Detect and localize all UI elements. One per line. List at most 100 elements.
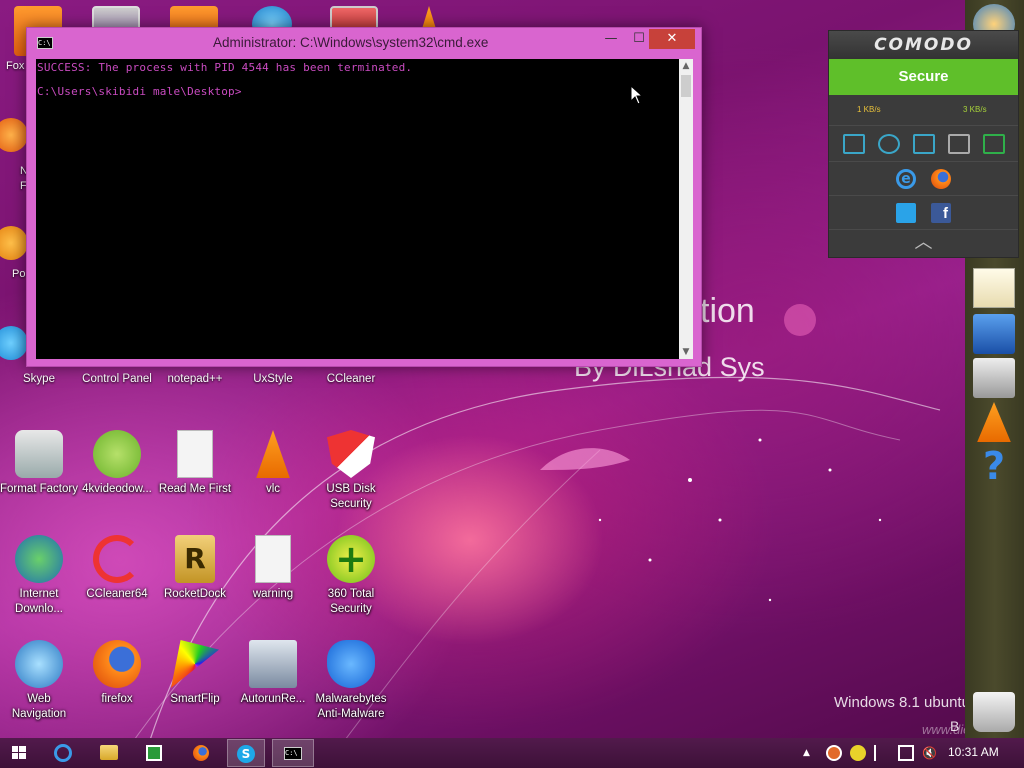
computer-scan-icon xyxy=(249,640,297,688)
document-pen-icon xyxy=(177,430,213,478)
cmd-window-title: Administrator: C:\Windows\system32\cmd.e… xyxy=(213,35,489,50)
shield-icon xyxy=(327,430,375,478)
taskbar: S C:\ ▲ 🔇 10:31 AM xyxy=(0,738,1024,768)
console-output-line: SUCCESS: The process with PID 4544 has b… xyxy=(37,61,413,74)
settings-icon[interactable] xyxy=(948,134,970,154)
cmd-scrollbar[interactable]: ▲ ▼ xyxy=(679,59,693,359)
document-pen-icon xyxy=(255,535,291,583)
scroll-up-icon[interactable]: ▲ xyxy=(679,59,693,73)
windows-logo-icon xyxy=(12,746,26,759)
mouse-cursor-icon xyxy=(630,85,644,105)
taskbar-firefox-button[interactable] xyxy=(182,739,220,767)
dock-notepad-icon[interactable] xyxy=(973,268,1015,308)
upload-speed: 3 KB/s xyxy=(963,105,987,114)
desktop-icon-format-factory[interactable]: Format Factory xyxy=(0,430,78,497)
wallpaper-os-text: Windows 8.1 ubuntu xyxy=(834,694,970,711)
malwarebytes-icon xyxy=(327,640,375,688)
folder-icon xyxy=(100,745,118,760)
globe-arrow-icon xyxy=(15,535,63,583)
taskbar-skype-button[interactable]: S xyxy=(227,739,265,767)
cmd-title-bar[interactable]: C:\ Administrator: C:\Windows\system32\c… xyxy=(27,28,701,58)
cmd-console[interactable]: SUCCESS: The process with PID 4544 has b… xyxy=(36,59,679,359)
download-cloud-icon xyxy=(93,430,141,478)
cmd-app-icon[interactable]: C:\ xyxy=(37,37,53,49)
format-factory-icon xyxy=(15,430,63,478)
sandbox-icon[interactable] xyxy=(843,134,865,154)
tray-comodo-icon[interactable] xyxy=(826,745,842,761)
desktop-icon-vlc[interactable]: vlc xyxy=(234,430,312,497)
comodo-speeds: 1 KB/s 3 KB/s xyxy=(829,95,1018,125)
tray-360-icon[interactable] xyxy=(850,745,866,761)
dashboard-icon[interactable] xyxy=(913,134,935,154)
refresh-icon[interactable] xyxy=(878,134,900,154)
comodo-browsers: e xyxy=(829,161,1018,195)
cmd-icon: C:\ xyxy=(284,747,302,760)
firefox-icon xyxy=(93,640,141,688)
tray-network-icon[interactable] xyxy=(898,745,914,761)
minimize-button[interactable]: — xyxy=(597,29,625,49)
taskbar-explorer-button[interactable] xyxy=(90,739,128,767)
close-button[interactable]: ✕ xyxy=(649,29,695,49)
comodo-status[interactable]: Secure xyxy=(829,59,1018,95)
comodo-brand: COMODO xyxy=(829,31,1018,59)
tray-flag-icon[interactable] xyxy=(874,745,890,761)
desktop-icon-read-me-first[interactable]: Read Me First xyxy=(156,430,234,497)
desktop-icon-malwarebytes[interactable]: Malwarebytes Anti-Malware xyxy=(312,640,390,722)
internet-explorer-icon[interactable]: e xyxy=(896,169,916,189)
desktop-label-notepad[interactable]: notepad++ xyxy=(156,373,234,385)
tray-volume-muted-icon[interactable]: 🔇 xyxy=(922,745,938,761)
tray-expand-icon[interactable]: ▲ xyxy=(803,745,819,761)
twitter-icon[interactable] xyxy=(896,203,916,223)
ccleaner-icon xyxy=(93,535,141,583)
taskbar-ie-button[interactable] xyxy=(44,739,82,767)
taskbar-clock[interactable]: 10:31 AM xyxy=(948,745,999,759)
desktop-label-control-panel[interactable]: Control Panel xyxy=(78,373,156,385)
taskbar-store-button[interactable] xyxy=(135,739,173,767)
cmd-window[interactable]: C:\ Administrator: C:\Windows\system32\c… xyxy=(26,27,702,367)
desktop-icon-firefox[interactable]: firefox xyxy=(78,640,156,707)
internet-explorer-icon xyxy=(54,744,72,762)
partial-label-fox[interactable]: Fox xyxy=(6,60,24,72)
dock-vlc-icon[interactable] xyxy=(977,402,1011,442)
desktop-icon-usb-disk-security[interactable]: USB Disk Security xyxy=(312,430,390,512)
desktop-label-ccleaner[interactable]: CCleaner xyxy=(312,373,390,385)
facebook-icon[interactable]: f xyxy=(931,203,951,223)
globe-icon xyxy=(15,640,63,688)
firefox-icon xyxy=(193,745,209,761)
desktop-icon-rocketdock[interactable]: R RocketDock xyxy=(156,535,234,602)
desktop-icon-internet-download-manager[interactable]: Internet Downlo... xyxy=(0,535,78,617)
desktop-label-uxstyle[interactable]: UxStyle xyxy=(234,373,312,385)
scroll-down-icon[interactable]: ▼ xyxy=(679,345,693,359)
comodo-tools xyxy=(829,125,1018,161)
firefox-icon[interactable] xyxy=(931,169,951,189)
comodo-widget[interactable]: COMODO Secure 1 KB/s 3 KB/s e f ︿ xyxy=(828,30,1019,258)
download-speed: 1 KB/s xyxy=(857,105,881,114)
partial-icon-orange-1[interactable] xyxy=(0,118,28,152)
desktop-icon-smartflip[interactable]: SmartFlip xyxy=(156,640,234,707)
partial-icon-orange-2[interactable] xyxy=(0,226,28,260)
dock-office-icon[interactable] xyxy=(973,314,1015,354)
dock-help-icon[interactable]: ? xyxy=(973,446,1015,486)
wallpaper-title: tion xyxy=(700,292,755,330)
desktop-label-skype[interactable]: Skype xyxy=(0,373,78,385)
virtual-desktop-icon[interactable] xyxy=(983,134,1005,154)
desktop-icon-autorunremover[interactable]: AutorunRe... xyxy=(234,640,312,707)
partial-icon-skype[interactable] xyxy=(0,326,28,360)
color-fan-icon xyxy=(171,640,219,688)
store-icon xyxy=(146,745,162,761)
desktop-icon-web-navigation[interactable]: Web Navigation xyxy=(0,640,78,722)
scroll-thumb[interactable] xyxy=(681,75,691,97)
comodo-collapse-button[interactable]: ︿ xyxy=(829,229,1018,257)
skype-icon: S xyxy=(237,745,255,763)
desktop-icon-ccleaner64[interactable]: CCleaner64 xyxy=(78,535,156,602)
desktop-icon-4kvideodownloader[interactable]: 4kvideodow... xyxy=(78,430,156,497)
vlc-cone-icon xyxy=(256,430,290,478)
dock-calculator-icon[interactable] xyxy=(973,358,1015,398)
plus-circle-icon: + xyxy=(327,535,375,583)
taskbar-cmd-button[interactable]: C:\ xyxy=(272,739,314,767)
desktop-icon-360-total-security[interactable]: + 360 Total Security xyxy=(312,535,390,617)
desktop-icon-warning[interactable]: warning xyxy=(234,535,312,602)
partial-label-po[interactable]: Po xyxy=(12,268,25,280)
start-button[interactable] xyxy=(0,739,38,767)
dock-recycle-bin-icon[interactable] xyxy=(973,692,1015,732)
